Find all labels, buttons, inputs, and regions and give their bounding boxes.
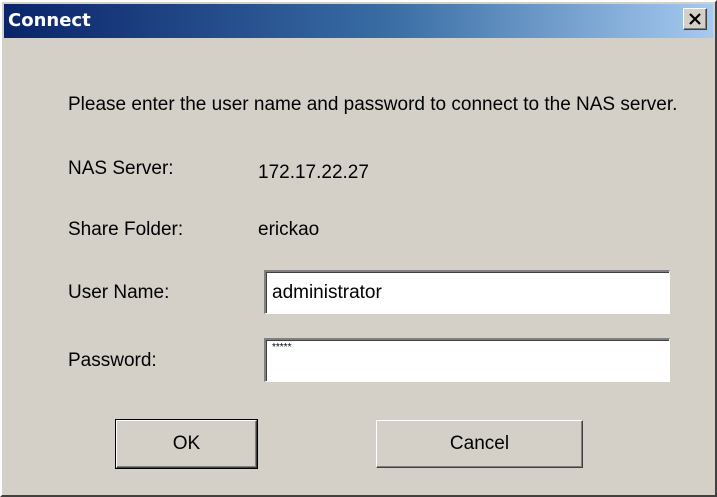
dialog-title: Connect — [8, 10, 91, 31]
share-folder-value: erickao — [258, 219, 320, 240]
user-name-input[interactable]: administrator — [264, 270, 670, 314]
connect-dialog: Connect Please enter the user name and p… — [0, 0, 717, 497]
instruction-text: Please enter the user name and password … — [68, 94, 678, 115]
close-icon — [689, 13, 701, 25]
close-button[interactable] — [683, 8, 707, 30]
title-bar[interactable]: Connect — [4, 4, 713, 38]
share-folder-label: Share Folder: — [68, 219, 184, 240]
nas-server-label: NAS Server: — [68, 158, 174, 179]
nas-server-value: 172.17.22.27 — [258, 162, 369, 183]
password-input[interactable]: ***** — [264, 338, 670, 382]
password-label: Password: — [68, 350, 157, 371]
cancel-button[interactable]: Cancel — [376, 420, 583, 468]
user-name-label: User Name: — [68, 282, 170, 303]
ok-button[interactable]: OK — [115, 419, 258, 469]
